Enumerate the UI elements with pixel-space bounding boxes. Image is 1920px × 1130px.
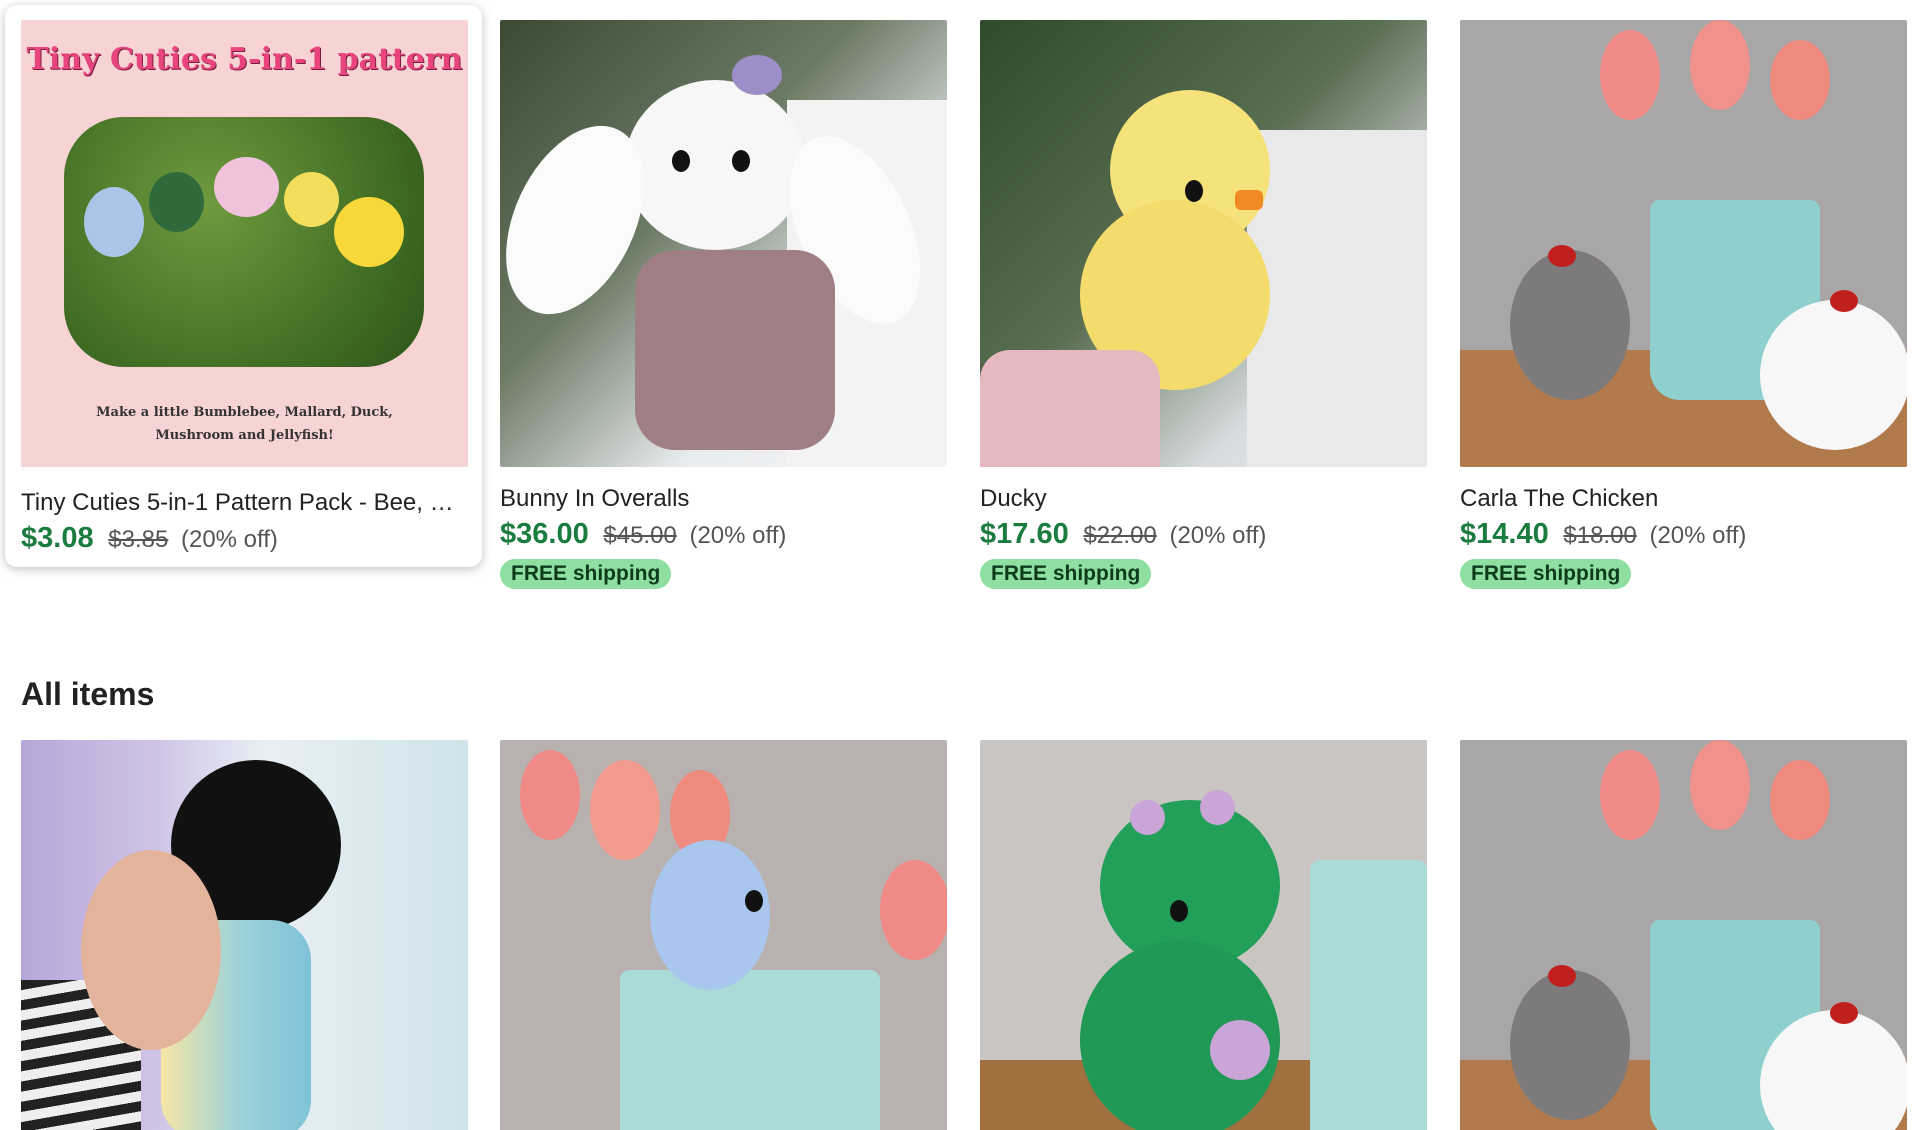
listing-card[interactable]: [980, 740, 1427, 1130]
featured-listings: Tiny Cuties 5-in-1 pattern Make a little…: [0, 0, 1920, 620]
listing-card-bunny[interactable]: Bunny In Overalls $36.00 $45.00 (20% off…: [500, 20, 947, 589]
listing-card[interactable]: [1460, 740, 1907, 1130]
original-price: $3.85: [108, 526, 169, 553]
listing-card[interactable]: [21, 740, 468, 1130]
free-shipping-badge: FREE shipping: [1460, 559, 1632, 589]
shop-page: Tiny Cuties 5-in-1 pattern Make a little…: [0, 0, 1920, 1130]
listing-title[interactable]: Tiny Cuties 5-in-1 Pattern Pack - Bee, M…: [21, 489, 468, 517]
listing-image[interactable]: [1460, 740, 1907, 1130]
listing-card[interactable]: [500, 740, 947, 1130]
pattern-banner-caption-1: Make a little Bumblebee, Mallard, Duck,: [96, 405, 393, 420]
pattern-banner-caption-2: Mushroom and Jellyfish!: [155, 428, 334, 443]
listing-title[interactable]: Carla The Chicken: [1460, 485, 1907, 513]
free-shipping-badge: FREE shipping: [500, 559, 672, 589]
discount-label: (20% off): [1169, 522, 1267, 549]
free-shipping-badge: FREE shipping: [980, 559, 1152, 589]
original-price: $22.00: [1083, 522, 1157, 549]
pattern-banner-heading: Tiny Cuties 5-in-1 pattern: [26, 42, 463, 77]
price-line: $14.40 $18.00 (20% off): [1460, 519, 1907, 551]
listing-image-ducky[interactable]: [980, 20, 1427, 467]
sale-price: $14.40: [1460, 518, 1549, 550]
listing-card-ducky[interactable]: Ducky $17.60 $22.00 (20% off) FREE shipp…: [980, 20, 1427, 589]
sale-price: $36.00: [500, 518, 589, 550]
sale-price: $17.60: [980, 518, 1069, 550]
all-items-grid: [0, 740, 1920, 1130]
listing-image[interactable]: [980, 740, 1427, 1130]
listing-image-carla-chicken[interactable]: [1460, 20, 1907, 467]
discount-label: (20% off): [180, 526, 278, 553]
listing-image-tiny-cuties[interactable]: Tiny Cuties 5-in-1 pattern Make a little…: [21, 20, 468, 467]
listing-image-bunny[interactable]: [500, 20, 947, 467]
price-line: $3.08 $3.85 (20% off): [21, 523, 468, 555]
listing-card-carla-chicken[interactable]: Carla The Chicken $14.40 $18.00 (20% off…: [1460, 20, 1907, 589]
discount-label: (20% off): [1649, 522, 1747, 549]
listing-image[interactable]: [500, 740, 947, 1130]
listing-meta: Ducky $17.60 $22.00 (20% off) FREE shipp…: [980, 467, 1427, 589]
discount-label: (20% off): [689, 522, 787, 549]
pattern-photo: [64, 117, 424, 367]
section-title-all-items: All items: [21, 676, 155, 712]
original-price: $18.00: [1563, 522, 1637, 549]
price-line: $36.00 $45.00 (20% off): [500, 519, 947, 551]
listing-meta: Carla The Chicken $14.40 $18.00 (20% off…: [1460, 467, 1907, 589]
listing-image[interactable]: [21, 740, 468, 1130]
original-price: $45.00: [603, 522, 677, 549]
listing-meta: Tiny Cuties 5-in-1 Pattern Pack - Bee, M…: [21, 471, 468, 555]
listing-title[interactable]: Bunny In Overalls: [500, 485, 947, 513]
listing-card-tiny-cuties[interactable]: Tiny Cuties 5-in-1 pattern Make a little…: [5, 5, 482, 567]
listing-meta: Bunny In Overalls $36.00 $45.00 (20% off…: [500, 467, 947, 589]
listing-title[interactable]: Ducky: [980, 485, 1427, 513]
price-line: $17.60 $22.00 (20% off): [980, 519, 1427, 551]
sale-price: $3.08: [21, 522, 94, 554]
